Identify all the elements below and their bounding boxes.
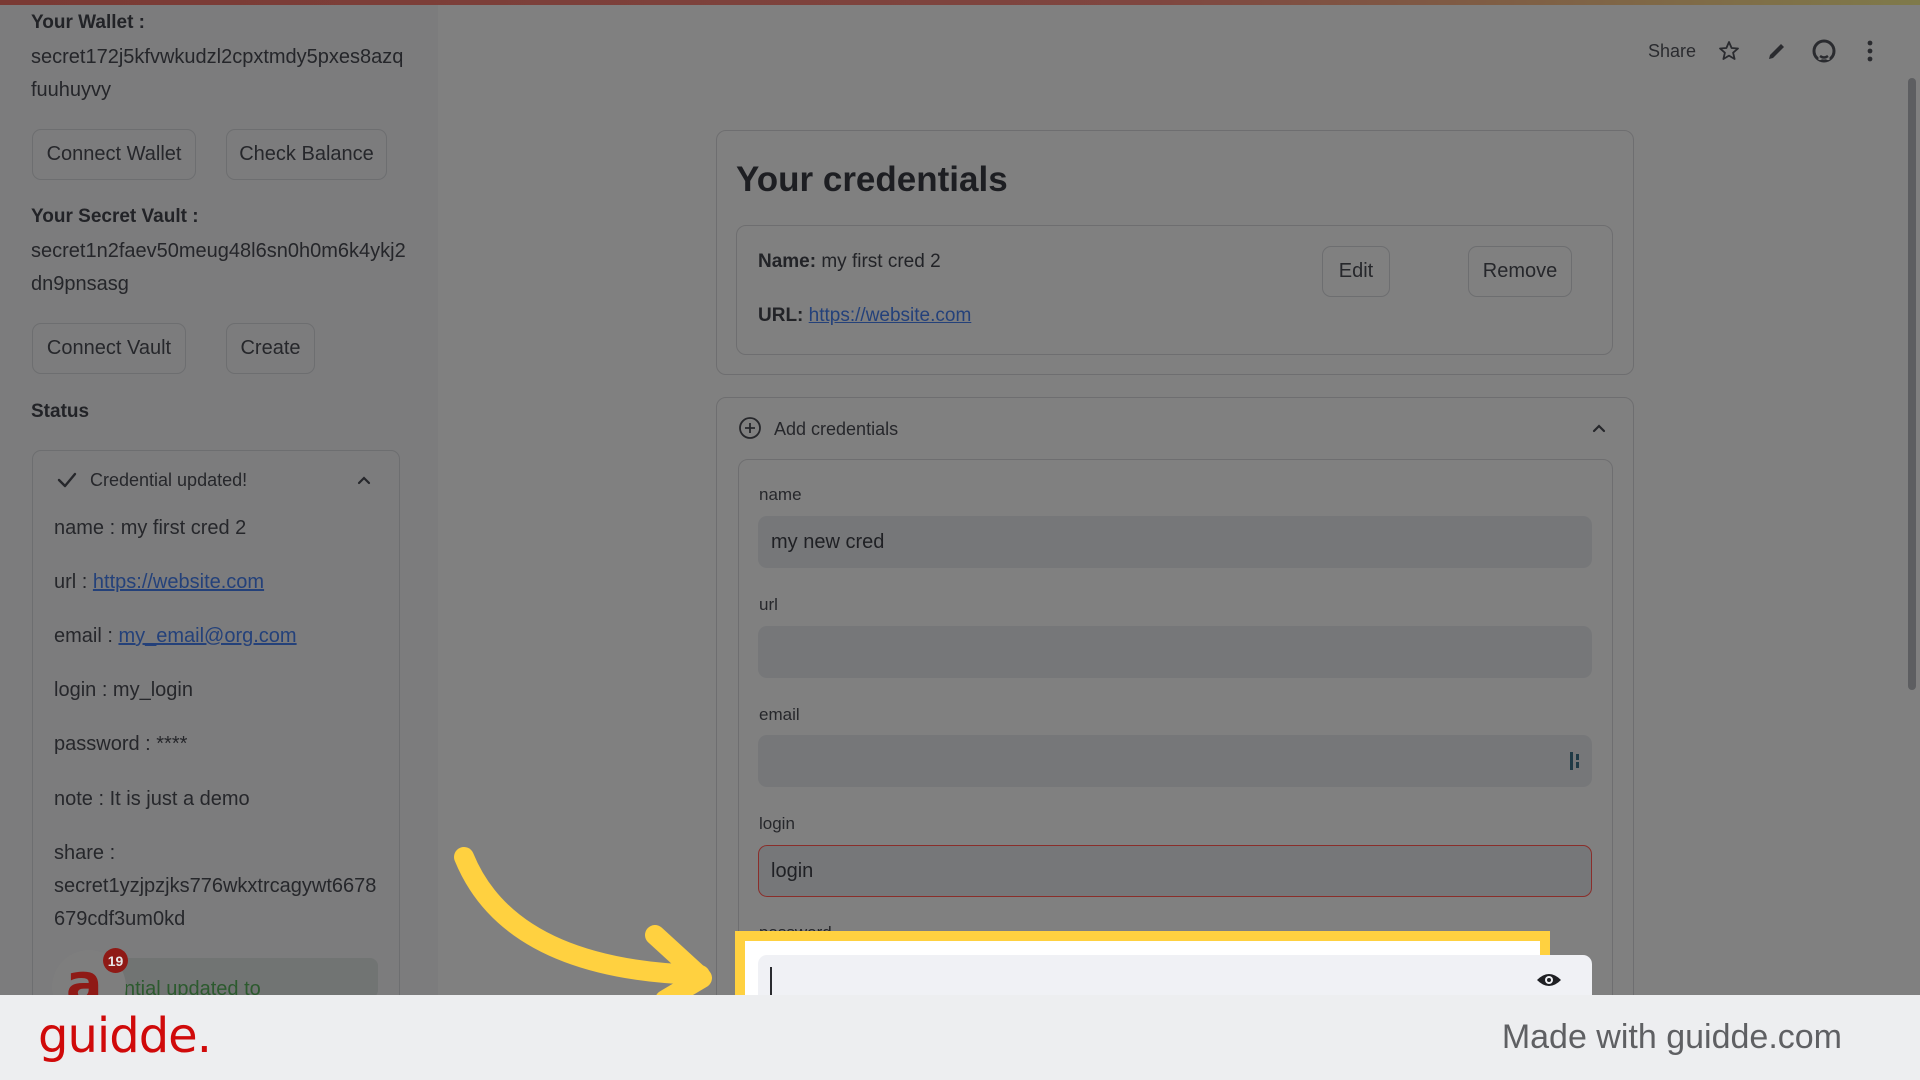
github-icon[interactable] — [1811, 38, 1837, 64]
password-input[interactable] — [758, 955, 1592, 1000]
eye-icon[interactable] — [1535, 970, 1563, 990]
edit-button[interactable]: Edit — [1322, 246, 1390, 297]
status-note-line: note : It is just a demo — [54, 788, 250, 810]
status-heading: Status — [31, 401, 90, 422]
credential-name: Name: my first cred 2 — [758, 251, 941, 273]
notification-badge: 19 — [103, 948, 128, 973]
wallet-address-line2: fuuhuyvy — [31, 79, 112, 101]
credential-url-link[interactable]: https://website.com — [809, 305, 972, 326]
star-icon[interactable] — [1717, 39, 1741, 63]
plus-circle-icon — [738, 416, 762, 440]
status-share-line2: 679cdf3um0kd — [54, 908, 186, 930]
credential-name-label: Name: — [758, 251, 817, 272]
check-icon — [56, 470, 86, 494]
url-input[interactable] — [758, 626, 1592, 678]
check-balance-button[interactable]: Check Balance — [226, 129, 387, 180]
connect-wallet-button[interactable]: Connect Wallet — [32, 129, 196, 180]
status-email-prefix: email : — [54, 625, 119, 647]
chevron-up-icon[interactable] — [1589, 418, 1609, 438]
vault-address-line2: dn9pnsasg — [31, 273, 129, 295]
status-login-line: login : my_login — [54, 679, 193, 701]
remove-button[interactable]: Remove — [1468, 246, 1572, 297]
more-vertical-icon[interactable] — [1862, 39, 1878, 63]
scrollbar-thumb[interactable] — [1908, 78, 1916, 690]
vault-address-line1: secret1n2faev50meug48l6sn0h0m6k4ykj2 — [31, 240, 406, 262]
credential-url: URL: https://website.com — [758, 305, 971, 327]
chevron-up-icon[interactable] — [354, 470, 374, 490]
add-credentials-toggle[interactable]: Add credentials — [774, 419, 898, 440]
credentials-title: Your credentials — [736, 160, 1008, 199]
name-field-label: name — [759, 485, 802, 504]
status-title[interactable]: Credential updated! — [90, 470, 247, 491]
wallet-address-line1: secret172j5kfvwkudzl2cpxtmdy5pxes8azq — [31, 46, 404, 68]
wallet-heading: Your Wallet : — [31, 12, 145, 33]
credential-url-label: URL: — [758, 305, 804, 326]
text-caret — [770, 967, 772, 995]
email-field-label: email — [759, 705, 800, 724]
pencil-icon[interactable] — [1765, 39, 1789, 63]
status-url-link[interactable]: https://website.com — [93, 571, 264, 593]
status-email-link[interactable]: my_email@org.com — [118, 625, 296, 647]
status-share-line1: secret1yzjpzjks776wkxtrcagywt6678 — [54, 875, 377, 897]
status-url-line: url : https://website.com — [54, 571, 264, 594]
status-password-line: password : **** — [54, 733, 188, 755]
share-button[interactable]: Share — [1648, 41, 1696, 62]
made-with-text: Made with guidde.com — [1501, 1018, 1842, 1056]
email-input[interactable] — [758, 735, 1592, 787]
status-url-prefix: url : — [54, 571, 93, 593]
connect-vault-button[interactable]: Connect Vault — [32, 323, 186, 374]
pointer-arrow-icon — [440, 840, 740, 1010]
guidde-brand-logo: guidde. — [38, 1008, 212, 1064]
login-input[interactable]: login — [758, 845, 1592, 897]
vault-heading: Your Secret Vault : — [31, 206, 199, 227]
password-manager-autofill-icon[interactable] — [1569, 751, 1583, 771]
status-share-label: share : — [54, 842, 116, 864]
credential-name-value: my first cred 2 — [816, 251, 941, 272]
status-email-line: email : my_email@org.com — [54, 625, 297, 648]
create-vault-button[interactable]: Create — [226, 323, 315, 374]
login-field-label: login — [759, 814, 795, 833]
url-field-label: url — [759, 595, 778, 614]
status-name-line: name : my first cred 2 — [54, 517, 247, 539]
name-input[interactable]: my new cred — [758, 516, 1592, 568]
